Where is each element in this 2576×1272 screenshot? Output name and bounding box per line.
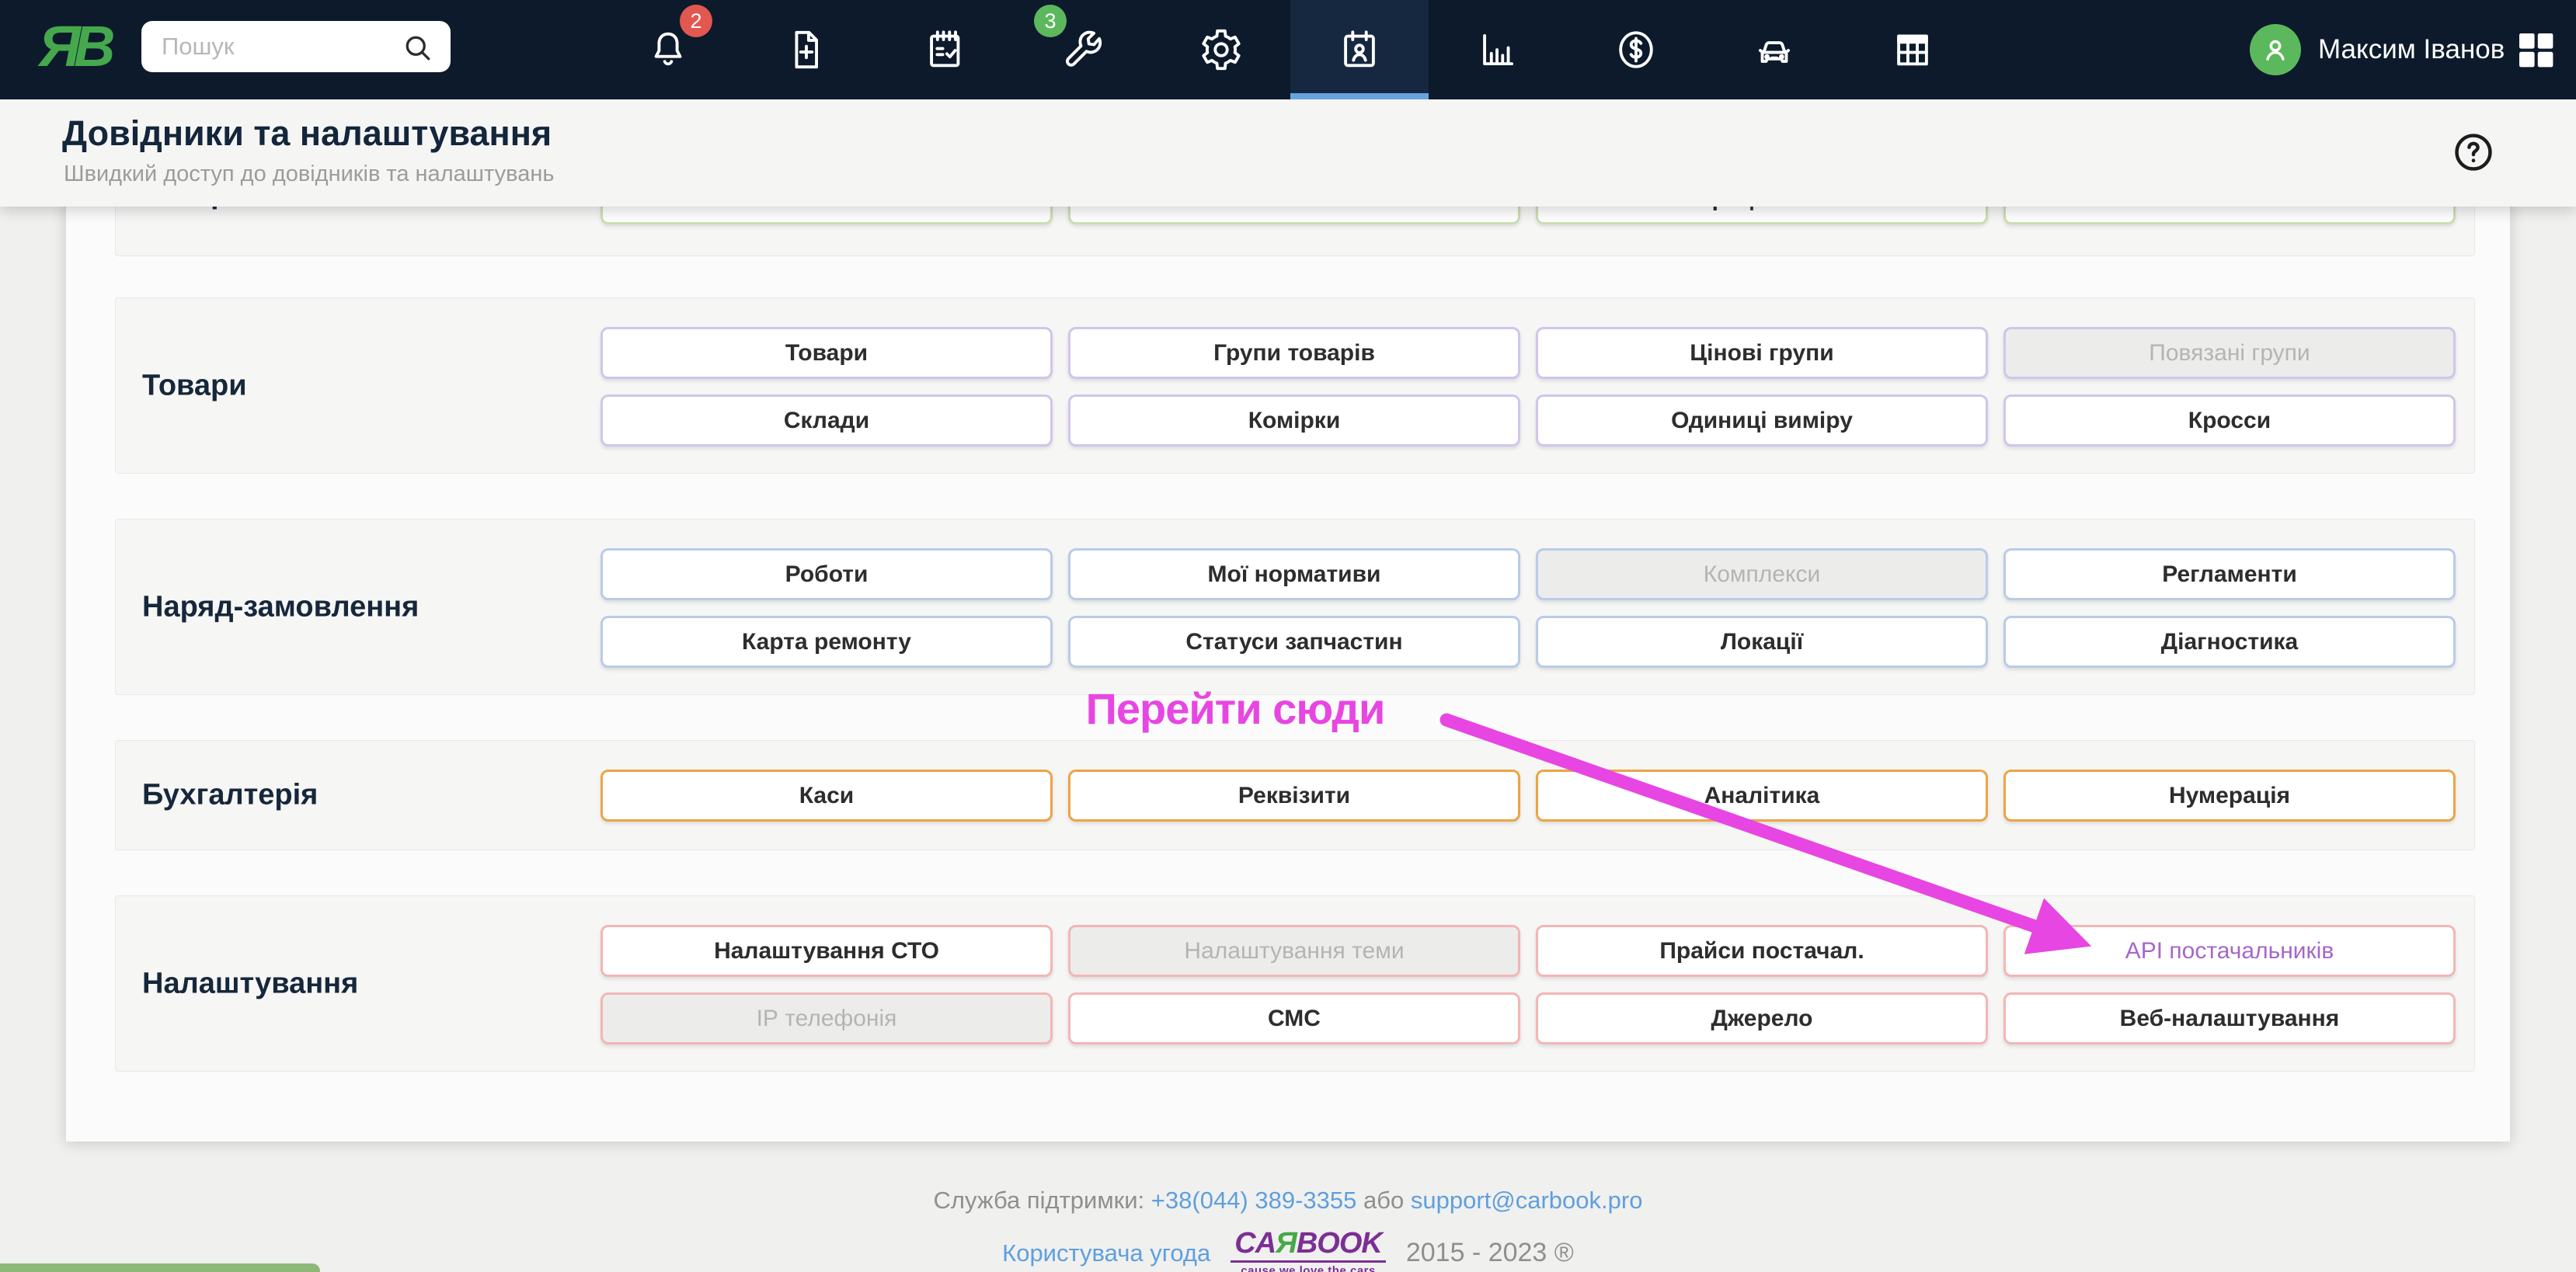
support-line: Служба підтримки: +38(044) 389-3355 або … xyxy=(0,1187,2576,1215)
footer-bottom: Користувача угода CAЯBOOK cause we love … xyxy=(0,1229,2576,1272)
section-button: ІР телефонія xyxy=(600,992,1053,1044)
bottom-toast-sliver xyxy=(0,1263,320,1272)
section-button: Налаштування теми xyxy=(1068,925,1520,977)
page-header: Довідники та налаштування Швидкий доступ… xyxy=(0,99,2576,207)
nav-item-car[interactable] xyxy=(1705,0,1843,99)
section-button[interactable]: Роботи xyxy=(600,548,1053,600)
section-panel: Налаштування Налаштування СТО Налаштування… xyxy=(115,895,2475,1072)
section-button[interactable]: СМС xyxy=(1068,992,1520,1044)
section-button[interactable]: Групи товарів xyxy=(1068,327,1520,379)
nav-item-wrench[interactable]: 3 xyxy=(1014,0,1152,99)
topbar: ЯВ 23 Максим Іванов xyxy=(0,0,2576,99)
nav-item-bell[interactable]: 2 xyxy=(599,0,737,99)
section-button[interactable]: Склади xyxy=(600,394,1053,447)
car-icon xyxy=(1758,41,1791,63)
logo-part1: CA xyxy=(1234,1227,1276,1260)
support-email-link[interactable]: support@carbook.pro xyxy=(1411,1187,1643,1214)
section-label: Товари xyxy=(142,369,247,401)
section-label: Бухгалтерія xyxy=(142,778,319,812)
section-button[interactable]: Цінові групи xyxy=(1536,327,1988,379)
section-button[interactable]: Аналітика xyxy=(1536,770,1988,822)
user-name: Максим Іванов xyxy=(2318,34,2505,64)
search-input[interactable] xyxy=(141,21,451,72)
support-phone-link[interactable]: +38(044) 389-3355 xyxy=(1151,1187,1357,1214)
topbar-nav: 23 xyxy=(599,0,1982,99)
apps-grid-icon[interactable] xyxy=(2514,28,2557,71)
user-menu[interactable]: Максим Іванов xyxy=(2250,0,2505,99)
bar-chart-icon xyxy=(1483,33,1514,66)
notification-badge: 3 xyxy=(1034,5,1067,37)
section-button: Повязані групи xyxy=(2003,327,2456,379)
logo-part3: BOOK xyxy=(1296,1227,1383,1260)
section-button[interactable]: Кросси xyxy=(2003,394,2456,447)
nav-item-table[interactable] xyxy=(1843,0,1982,99)
section-button[interactable]: Комірки xyxy=(1068,394,1520,447)
section-button[interactable]: Прайси постачал. xyxy=(1536,925,1988,977)
annotation-text: Перейти сюди xyxy=(1085,684,1386,733)
support-label: Служба підтримки: xyxy=(933,1187,1145,1214)
nav-item-dollar[interactable] xyxy=(1567,0,1705,99)
section-button[interactable]: API постачальників xyxy=(2003,925,2456,977)
section-label: Налаштування xyxy=(142,967,359,999)
section-button[interactable]: Джерело xyxy=(1536,992,1988,1044)
bell-icon xyxy=(654,32,682,66)
notification-badge: 2 xyxy=(680,5,712,37)
section-button[interactable]: Статуси запчастин xyxy=(1068,616,1520,668)
file-plus-icon xyxy=(795,30,818,69)
page-title: Довідники та налаштування xyxy=(62,113,552,153)
support-or: або xyxy=(1363,1187,1405,1214)
user-agreement-link[interactable]: Користувача угода xyxy=(1002,1239,1210,1267)
section-button[interactable]: Реквізити xyxy=(1068,770,1520,822)
calendar-check-icon xyxy=(930,30,960,68)
section-panel: Бухгалтерія Каси Реквізити Аналітика Нумерац… xyxy=(115,740,2475,850)
section-button[interactable]: Мої нормативи xyxy=(1068,548,1520,600)
table-icon xyxy=(1897,34,1928,66)
nav-item-gear[interactable] xyxy=(1152,0,1290,99)
help-icon[interactable] xyxy=(2452,130,2495,174)
page-subtitle: Швидкий доступ до довідників та налаштув… xyxy=(64,162,555,186)
nav-item-bar-chart[interactable] xyxy=(1429,0,1567,99)
section-button[interactable]: Одиниці виміру xyxy=(1536,394,1988,447)
section-button[interactable]: Локації xyxy=(1536,616,1988,668)
nav-item-file-plus[interactable] xyxy=(737,0,875,99)
section-button[interactable]: Регламенти xyxy=(2003,548,2456,600)
nav-item-calendar-check[interactable] xyxy=(875,0,1014,99)
section-button[interactable]: Каси xyxy=(600,770,1053,822)
section-button: Комплекси xyxy=(1536,548,1988,600)
gear-icon xyxy=(1202,29,1241,71)
avatar xyxy=(2250,24,2301,75)
section-button[interactable]: Товари xyxy=(600,327,1053,379)
logo-part2: Я xyxy=(1276,1227,1297,1260)
section-panel: Наряд-замовлення Роботи Мої нормативи Компл… xyxy=(115,519,2475,695)
section-button[interactable]: Веб-налаштування xyxy=(2003,992,2456,1044)
section-button[interactable]: Діагностика xyxy=(2003,616,2456,668)
app-logo[interactable]: ЯВ xyxy=(39,12,115,82)
person-card-icon xyxy=(1344,30,1375,68)
carbook-logo[interactable]: CAЯBOOK cause we love the cars xyxy=(1231,1229,1386,1272)
logo-tagline: cause we love the cars xyxy=(1241,1264,1376,1272)
dollar-icon xyxy=(1619,31,1653,68)
wrench-icon xyxy=(1066,30,1102,67)
copyright-years: 2015 - 2023 ® xyxy=(1405,1238,1574,1267)
section-label: Наряд-замовлення xyxy=(142,590,419,623)
app-root: КонтрагентиКлієнтиАвтомобіліПрацівникиПо… xyxy=(0,0,2576,1272)
section-button[interactable]: Налаштування СТО xyxy=(600,925,1053,977)
section-button[interactable]: Карта ремонту xyxy=(600,616,1053,668)
section-panel: Товари Товари Групи товарів Цінові групи Пов… xyxy=(115,297,2475,474)
nav-item-person-card[interactable] xyxy=(1290,0,1429,99)
section-button[interactable]: Нумерація xyxy=(2003,770,2456,822)
